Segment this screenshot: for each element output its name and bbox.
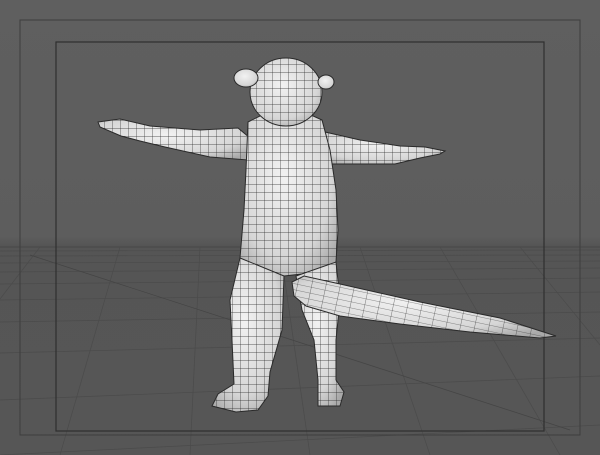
character-mesh[interactable] [97, 57, 557, 413]
left-ear[interactable] [233, 68, 259, 88]
right-ear[interactable] [317, 74, 335, 90]
3d-viewport[interactable] [0, 0, 600, 455]
viewport-scene[interactable] [0, 0, 600, 455]
